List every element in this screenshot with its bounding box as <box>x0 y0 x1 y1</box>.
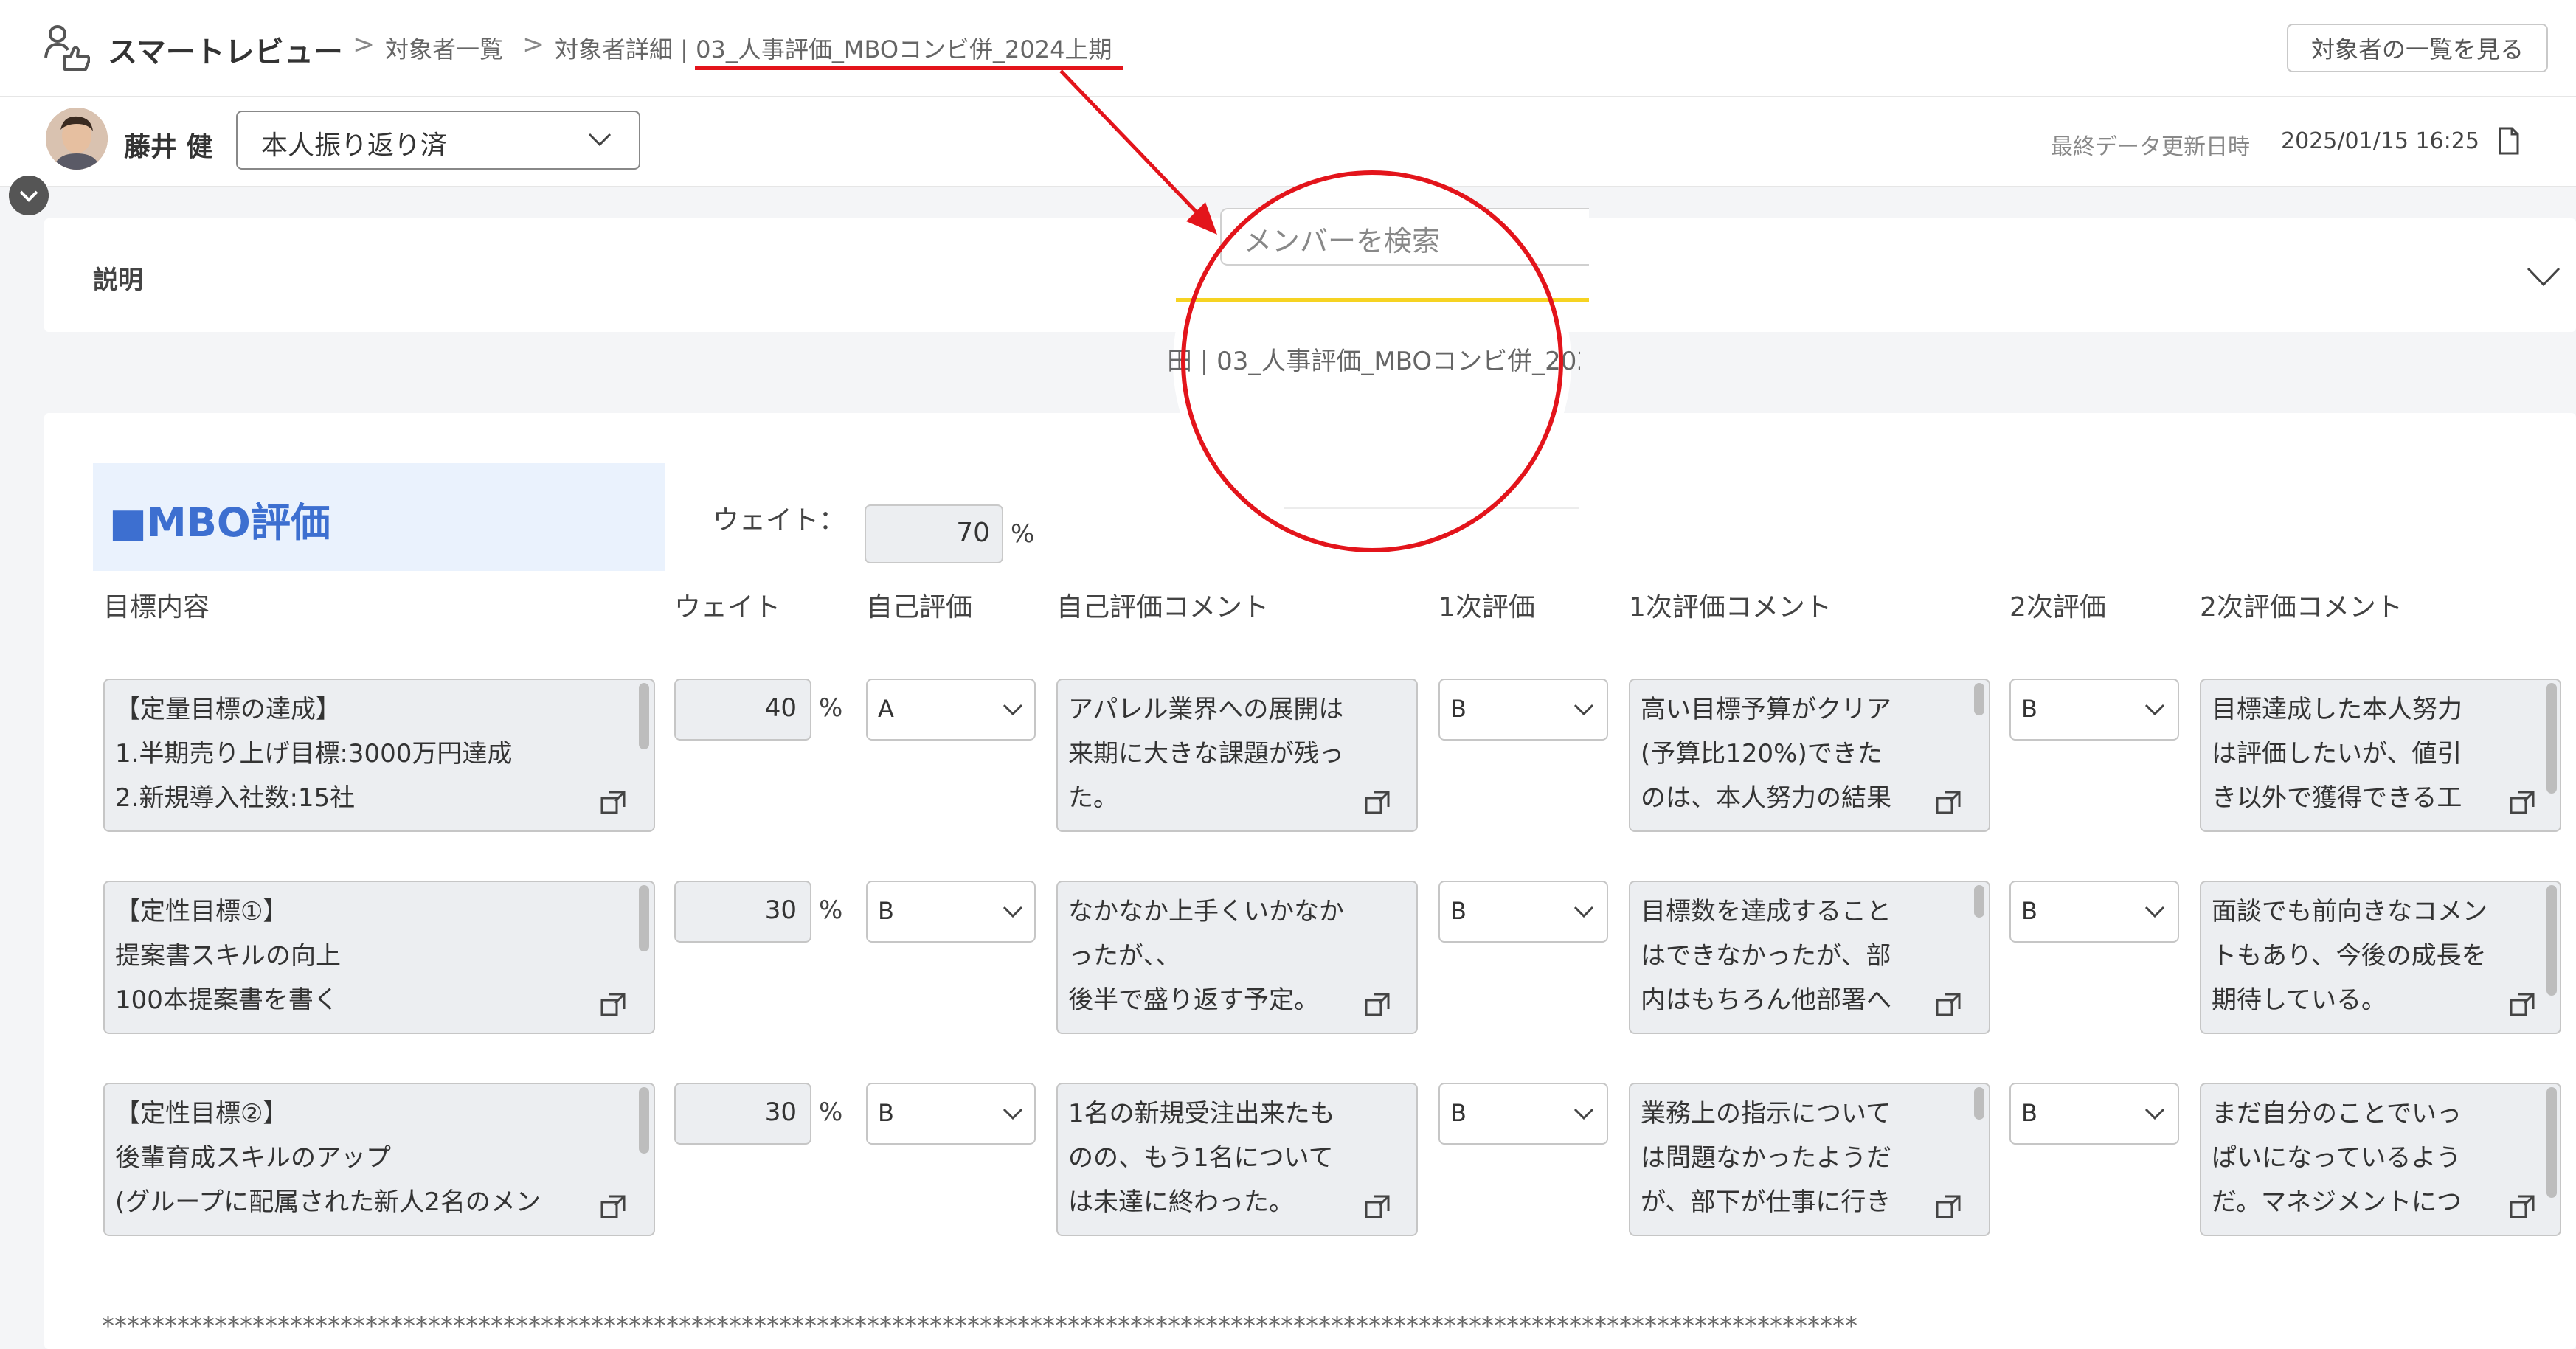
scrollbar-thumb[interactable] <box>2546 683 2557 794</box>
second-rating-value: B <box>2021 695 2037 723</box>
weight-value: 30 <box>764 895 797 925</box>
expand-window-icon[interactable] <box>1363 1193 1391 1221</box>
percent-unit: % <box>1011 519 1035 549</box>
expand-window-icon[interactable] <box>599 789 627 817</box>
chevron-down-icon <box>1003 906 1023 918</box>
annotation-underline <box>695 66 1123 70</box>
scrollbar-thumb[interactable] <box>1974 885 1984 918</box>
self-comment-text: なかなか上手くいかなか ったが、、 後半で盛り返す予定。 <box>1068 897 1344 1015</box>
expand-window-icon[interactable] <box>1363 789 1391 817</box>
percent-unit: % <box>819 1097 843 1127</box>
chevron-down-icon[interactable] <box>2526 266 2561 288</box>
chevron-down-icon <box>2144 704 2165 716</box>
percent-unit: % <box>819 895 843 925</box>
column-header-goal: 目標内容 <box>103 592 210 623</box>
column-header-self-comment: 自己評価コメント <box>1056 592 1270 623</box>
first-rating-value: B <box>1450 897 1467 925</box>
chevron-down-icon <box>588 133 612 147</box>
document-icon[interactable] <box>2498 127 2520 155</box>
self-comment-text: 1名の新規受注出来たも のの、もう1名について は未達に終わった。 <box>1068 1099 1335 1217</box>
chevron-down-icon <box>2144 906 2165 918</box>
expand-window-icon[interactable] <box>1934 789 1962 817</box>
breadcrumb-separator: > <box>522 30 545 60</box>
breadcrumb-list-link[interactable]: 対象者一覧 <box>385 31 503 65</box>
scrollbar-thumb[interactable] <box>1974 1087 1984 1120</box>
first-comment-text: 目標数を達成すること はできなかったが、部 内はもちろん他部署へ <box>1641 897 1891 1015</box>
scrollbar-thumb[interactable] <box>2546 885 2557 996</box>
scrollbar-thumb[interactable] <box>639 683 649 749</box>
chevron-down-icon <box>1003 704 1023 716</box>
column-header-first-rating: 1次評価 <box>1438 592 1535 623</box>
highlight-bar <box>1176 298 1589 302</box>
app-title[interactable]: スマートレビュー <box>108 28 343 71</box>
percent-unit: % <box>819 693 843 723</box>
self-rating-value: B <box>878 897 894 925</box>
expand-window-icon[interactable] <box>2508 1193 2536 1221</box>
smart-review-logo-icon <box>44 25 90 71</box>
expand-window-icon[interactable] <box>2508 991 2536 1019</box>
self-rating-value: A <box>878 695 894 723</box>
weight-value: 30 <box>764 1097 797 1127</box>
column-header-self-rating: 自己評価 <box>866 592 973 623</box>
goal-text: 【定性目標②】 後輩育成スキルのアップ (グループに配属された新人2名のメン <box>115 1099 541 1217</box>
second-comment-text: 面談でも前向きなコメン トもあり、今後の成長を 期待している。 <box>2212 897 2487 1015</box>
self-rating-value: B <box>878 1099 894 1127</box>
chevron-down-icon <box>1573 1108 1594 1120</box>
column-header-weight: ウェイト <box>674 592 781 623</box>
expand-window-icon[interactable] <box>1934 1193 1962 1221</box>
first-rating-value: B <box>1450 1099 1467 1127</box>
scrollbar-thumb[interactable] <box>639 885 649 951</box>
expand-window-icon[interactable] <box>1363 991 1391 1019</box>
chevron-down-icon <box>2144 1108 2165 1120</box>
first-rating-value: B <box>1450 695 1467 723</box>
chevron-down-icon <box>1573 906 1594 918</box>
last-updated-label: 最終データ更新日時 <box>2051 134 2250 160</box>
column-header-first-comment: 1次評価コメント <box>1629 592 1832 623</box>
breadcrumb-current: 対象者詳細 | 03_人事評価_MBOコンビ併_2024上期 <box>555 31 1112 65</box>
goal-text: 【定量目標の達成】 1.半期売り上げ目標:3000万円達成 2.新規導入社数:1… <box>115 695 513 813</box>
member-search-placeholder: メンバーを検索 <box>1244 225 1441 257</box>
column-header-second-rating: 2次評価 <box>2009 592 2106 623</box>
weight-value: 40 <box>764 693 797 723</box>
scrollbar-thumb[interactable] <box>1974 683 1984 715</box>
status-value: 本人振り返り済 <box>261 131 448 161</box>
total-weight-label: ウェイト： <box>713 505 846 535</box>
total-weight-value: 70 <box>956 518 990 548</box>
self-comment-text: アパレル業界への展開は 来期に大きな課題が残っ た。 <box>1068 695 1344 813</box>
expand-window-icon[interactable] <box>599 1193 627 1221</box>
second-comment-text: 目標達成した本人努力 は評価したいが、値引 き以外で獲得できる工 <box>2212 695 2462 813</box>
collapse-toggle-icon[interactable] <box>9 176 49 215</box>
breadcrumb-detail-name: 03_人事評価_MBOコンビ併_2024上期 <box>696 35 1112 63</box>
explanation-label: 説明 <box>93 266 143 295</box>
avatar <box>46 108 108 170</box>
view-target-list-button[interactable]: 対象者の一覧を見る <box>2287 24 2548 72</box>
expand-window-icon[interactable] <box>1934 991 1962 1019</box>
first-comment-text: 高い目標予算がクリア (予算比120%)できた のは、本人努力の結果 <box>1641 695 1891 813</box>
user-name: 藤井 健 <box>124 132 213 162</box>
zoom-breadcrumb: 田 | 03_人事評価_MBOコンビ併_2024上期 <box>1167 347 1580 376</box>
expand-window-icon[interactable] <box>599 991 627 1019</box>
breadcrumb-detail-prefix: 対象者詳細 | <box>555 35 696 63</box>
section-title: ■MBO評価 <box>109 499 330 546</box>
scrollbar-thumb[interactable] <box>639 1087 649 1154</box>
divider-line: ****************************************… <box>102 1311 1857 1341</box>
zoom-divider <box>1284 507 1579 509</box>
first-comment-text: 業務上の指示について は問題なかったようだ が、部下が仕事に行き <box>1641 1099 1891 1217</box>
chevron-down-icon <box>1573 704 1594 716</box>
last-updated-value: 2025/01/15 16:25 <box>2281 128 2479 154</box>
expand-window-icon[interactable] <box>2508 789 2536 817</box>
second-rating-value: B <box>2021 1099 2037 1127</box>
breadcrumb-separator: > <box>353 30 375 60</box>
avatar-photo <box>46 108 108 170</box>
second-comment-text: まだ自分のことでいっ ぱいになっているよう だ。マネジメントにつ <box>2212 1099 2462 1217</box>
scrollbar-thumb[interactable] <box>2546 1087 2557 1198</box>
goal-text: 【定性目標①】 提案書スキルの向上 100本提案書を書く <box>115 897 341 1015</box>
column-header-second-comment: 2次評価コメント <box>2200 592 2403 623</box>
second-rating-value: B <box>2021 897 2037 925</box>
chevron-down-icon <box>1003 1108 1023 1120</box>
